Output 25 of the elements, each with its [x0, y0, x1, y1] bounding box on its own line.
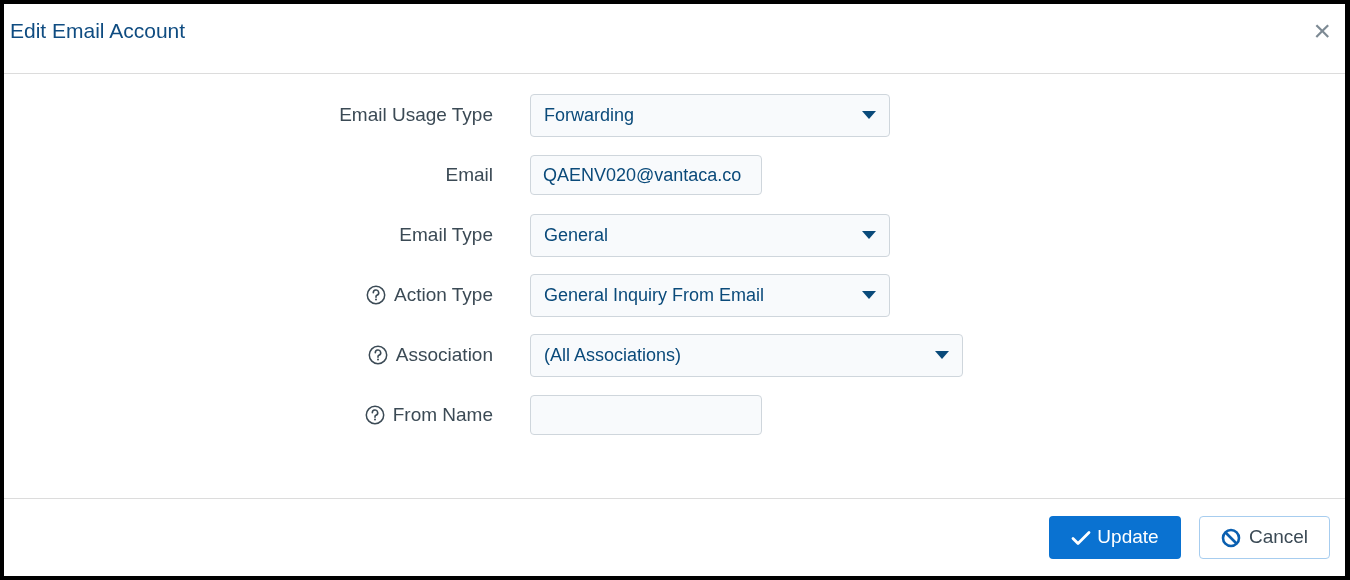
caret-icon — [862, 231, 876, 239]
field-label: Email — [445, 162, 493, 187]
field-label: Email Type — [399, 222, 493, 247]
prohibited-icon — [1220, 527, 1241, 548]
field-label: Association — [395, 342, 493, 367]
dropdown[interactable]: (All Associations) — [530, 333, 963, 377]
dropdown[interactable]: Forwarding — [530, 93, 890, 137]
check-icon — [1071, 529, 1092, 546]
cancel-button[interactable]: Cancel — [1199, 516, 1330, 559]
caret-icon — [935, 351, 949, 359]
help-icon[interactable] — [367, 345, 388, 365]
update-button[interactable]: Update — [1049, 516, 1181, 559]
field-label: From Name — [392, 402, 493, 427]
dropdown[interactable]: General Inquiry From Email — [530, 273, 890, 317]
dropdown[interactable]: General — [530, 213, 890, 257]
help-icon[interactable] — [366, 285, 387, 305]
input-field[interactable]: QAENV020@vantaca.co — [530, 155, 762, 195]
caret-icon — [862, 291, 876, 299]
field-label: Action Type — [394, 282, 493, 307]
field-label: Email Usage Type — [339, 102, 493, 127]
dialog-title: Edit Email Account — [10, 18, 186, 44]
caret-icon — [862, 111, 876, 119]
close-button[interactable]: × — [1309, 16, 1335, 46]
input-field[interactable] — [530, 395, 762, 435]
help-icon[interactable] — [364, 405, 385, 425]
